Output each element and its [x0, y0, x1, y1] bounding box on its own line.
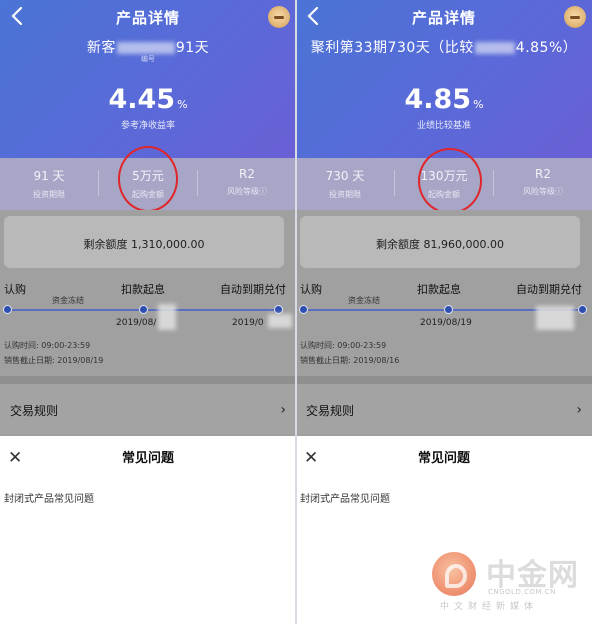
stat-label: 风险等级ⓘ: [198, 186, 296, 197]
stat-value: R2: [535, 167, 551, 181]
section-gap: [0, 376, 296, 384]
step-subscribe: 认购: [300, 283, 322, 296]
rate-value: 4.45%: [0, 84, 296, 115]
product-hero: 产品详情 新客 91天 编号 4.45% 参考净收益率: [0, 0, 296, 158]
step-subscribe: 认购: [4, 283, 26, 296]
timeline-dot: [139, 305, 148, 314]
trade-rules-label: 交易规则: [306, 404, 355, 418]
step-value-date: 扣款起息: [121, 283, 165, 296]
product-hero: 产品详情 聚利第33期730天（比较 4.85%） 4.85% 业绩比较基准: [296, 0, 592, 158]
redacted-text: [474, 42, 515, 54]
chevron-right-icon: ›: [576, 402, 582, 418]
stat-term: 91 天 投资期限: [0, 167, 98, 200]
highlight-circle: [418, 148, 482, 214]
stat-label: 风险等级ⓘ: [494, 186, 592, 197]
faq-title: 常见问题: [417, 451, 470, 466]
brand-mark-icon: [432, 552, 476, 596]
panel-divider: [295, 0, 297, 624]
value-date: 2019/08/19: [420, 318, 472, 328]
stat-value: 91 天: [33, 169, 65, 183]
section-gap: [296, 376, 592, 384]
stat-term: 730 天 投资期限: [296, 167, 394, 200]
value-date: 2019/08/: [116, 318, 157, 328]
product-name-prefix: 聚利第33期730天（比较: [310, 40, 474, 56]
nav-bar: 产品详情: [296, 4, 592, 30]
faq-item[interactable]: 封闭式产品常见问题: [4, 490, 94, 505]
product-code: 编号: [141, 55, 155, 63]
faq-title: 常见问题: [121, 451, 174, 466]
left-phone-screen: 产品详情 新客 91天 编号 4.45% 参考净收益率 91 天 投资期限 5万元…: [0, 0, 296, 624]
watermark-logo: 中金网 CNGOLD.COM.CN 中文财经新媒体: [432, 550, 588, 614]
product-name-suffix: 4.85%）: [515, 40, 578, 56]
nav-bar: 产品详情: [0, 4, 296, 30]
page-title: 产品详情: [411, 9, 476, 27]
robot-avatar-icon[interactable]: [564, 6, 586, 28]
redacted-mark: [158, 304, 176, 330]
robot-avatar-icon[interactable]: [268, 6, 290, 28]
info-icon[interactable]: ⓘ: [555, 187, 563, 196]
page-title: 产品详情: [115, 9, 180, 27]
sale-deadline: 销售截止日期: 2019/08/16: [300, 356, 400, 365]
rate-number: 4.45: [108, 84, 176, 115]
trade-rules-label: 交易规则: [10, 404, 59, 418]
rate-unit: %: [473, 98, 484, 111]
remaining-quota: 剩余额度 81,960,000.00: [376, 238, 504, 251]
watermark-tagline: 中文财经新媒体: [440, 602, 539, 612]
highlight-circle: [118, 146, 178, 212]
freeze-label: 资金冻结: [348, 296, 380, 305]
rate-unit: %: [177, 98, 188, 111]
rate-number: 4.85: [404, 84, 472, 115]
timeline-dot: [444, 305, 453, 314]
chevron-right-icon: ›: [280, 402, 286, 418]
remaining-quota-card: 剩余额度 1,310,000.00: [4, 216, 284, 268]
faq-item[interactable]: 封闭式产品常见问题: [300, 490, 390, 505]
watermark-url: CNGOLD.COM.CN: [488, 588, 556, 596]
subscribe-time: 认购时间: 09:00-23:59: [300, 341, 387, 350]
step-redeem: 自动到期兑付: [220, 283, 286, 296]
stat-label: 投资期限: [33, 190, 65, 199]
timeline-dot: [578, 305, 587, 314]
trade-rules-row[interactable]: 交易规则 ›: [296, 384, 592, 434]
faq-sheet: ✕ 常见问题 封闭式产品常见问题: [0, 436, 296, 624]
timeline-dot: [274, 305, 283, 314]
stat-risk-level[interactable]: R2 风险等级ⓘ: [198, 167, 296, 197]
stat-label-text: 风险等级: [227, 187, 259, 196]
info-icon[interactable]: ⓘ: [259, 187, 267, 196]
redacted-text: [116, 42, 175, 54]
freeze-label: 资金冻结: [52, 296, 84, 305]
subscribe-time: 认购时间: 09:00-23:59: [4, 341, 91, 350]
timeline-dot: [299, 305, 308, 314]
step-redeem: 自动到期兑付: [516, 283, 582, 296]
sale-deadline: 销售截止日期: 2019/08/19: [4, 356, 104, 365]
step-value-date: 扣款起息: [417, 283, 461, 296]
right-phone-screen: 产品详情 聚利第33期730天（比较 4.85%） 4.85% 业绩比较基准 73…: [296, 0, 592, 624]
trade-rules-row[interactable]: 交易规则 ›: [0, 384, 296, 434]
redacted-mark: [268, 314, 292, 328]
rate-label: 业绩比较基准: [416, 121, 471, 131]
stat-value: 730 天: [325, 169, 365, 183]
stat-value: R2: [239, 167, 255, 181]
stat-label-text: 风险等级: [523, 187, 555, 196]
stat-label: 投资期限: [329, 190, 361, 199]
product-name: 聚利第33期730天（比较 4.85%）: [296, 37, 592, 57]
rate-label: 参考净收益率: [120, 121, 175, 131]
remaining-quota: 剩余额度 1,310,000.00: [83, 238, 205, 251]
redacted-mark: [536, 306, 574, 330]
rate-value: 4.85%: [296, 84, 592, 115]
stat-risk-level[interactable]: R2 风险等级ⓘ: [494, 167, 592, 197]
timeline-dot: [3, 305, 12, 314]
maturity-date: 2019/0: [232, 318, 264, 328]
remaining-quota-card: 剩余额度 81,960,000.00: [300, 216, 580, 268]
